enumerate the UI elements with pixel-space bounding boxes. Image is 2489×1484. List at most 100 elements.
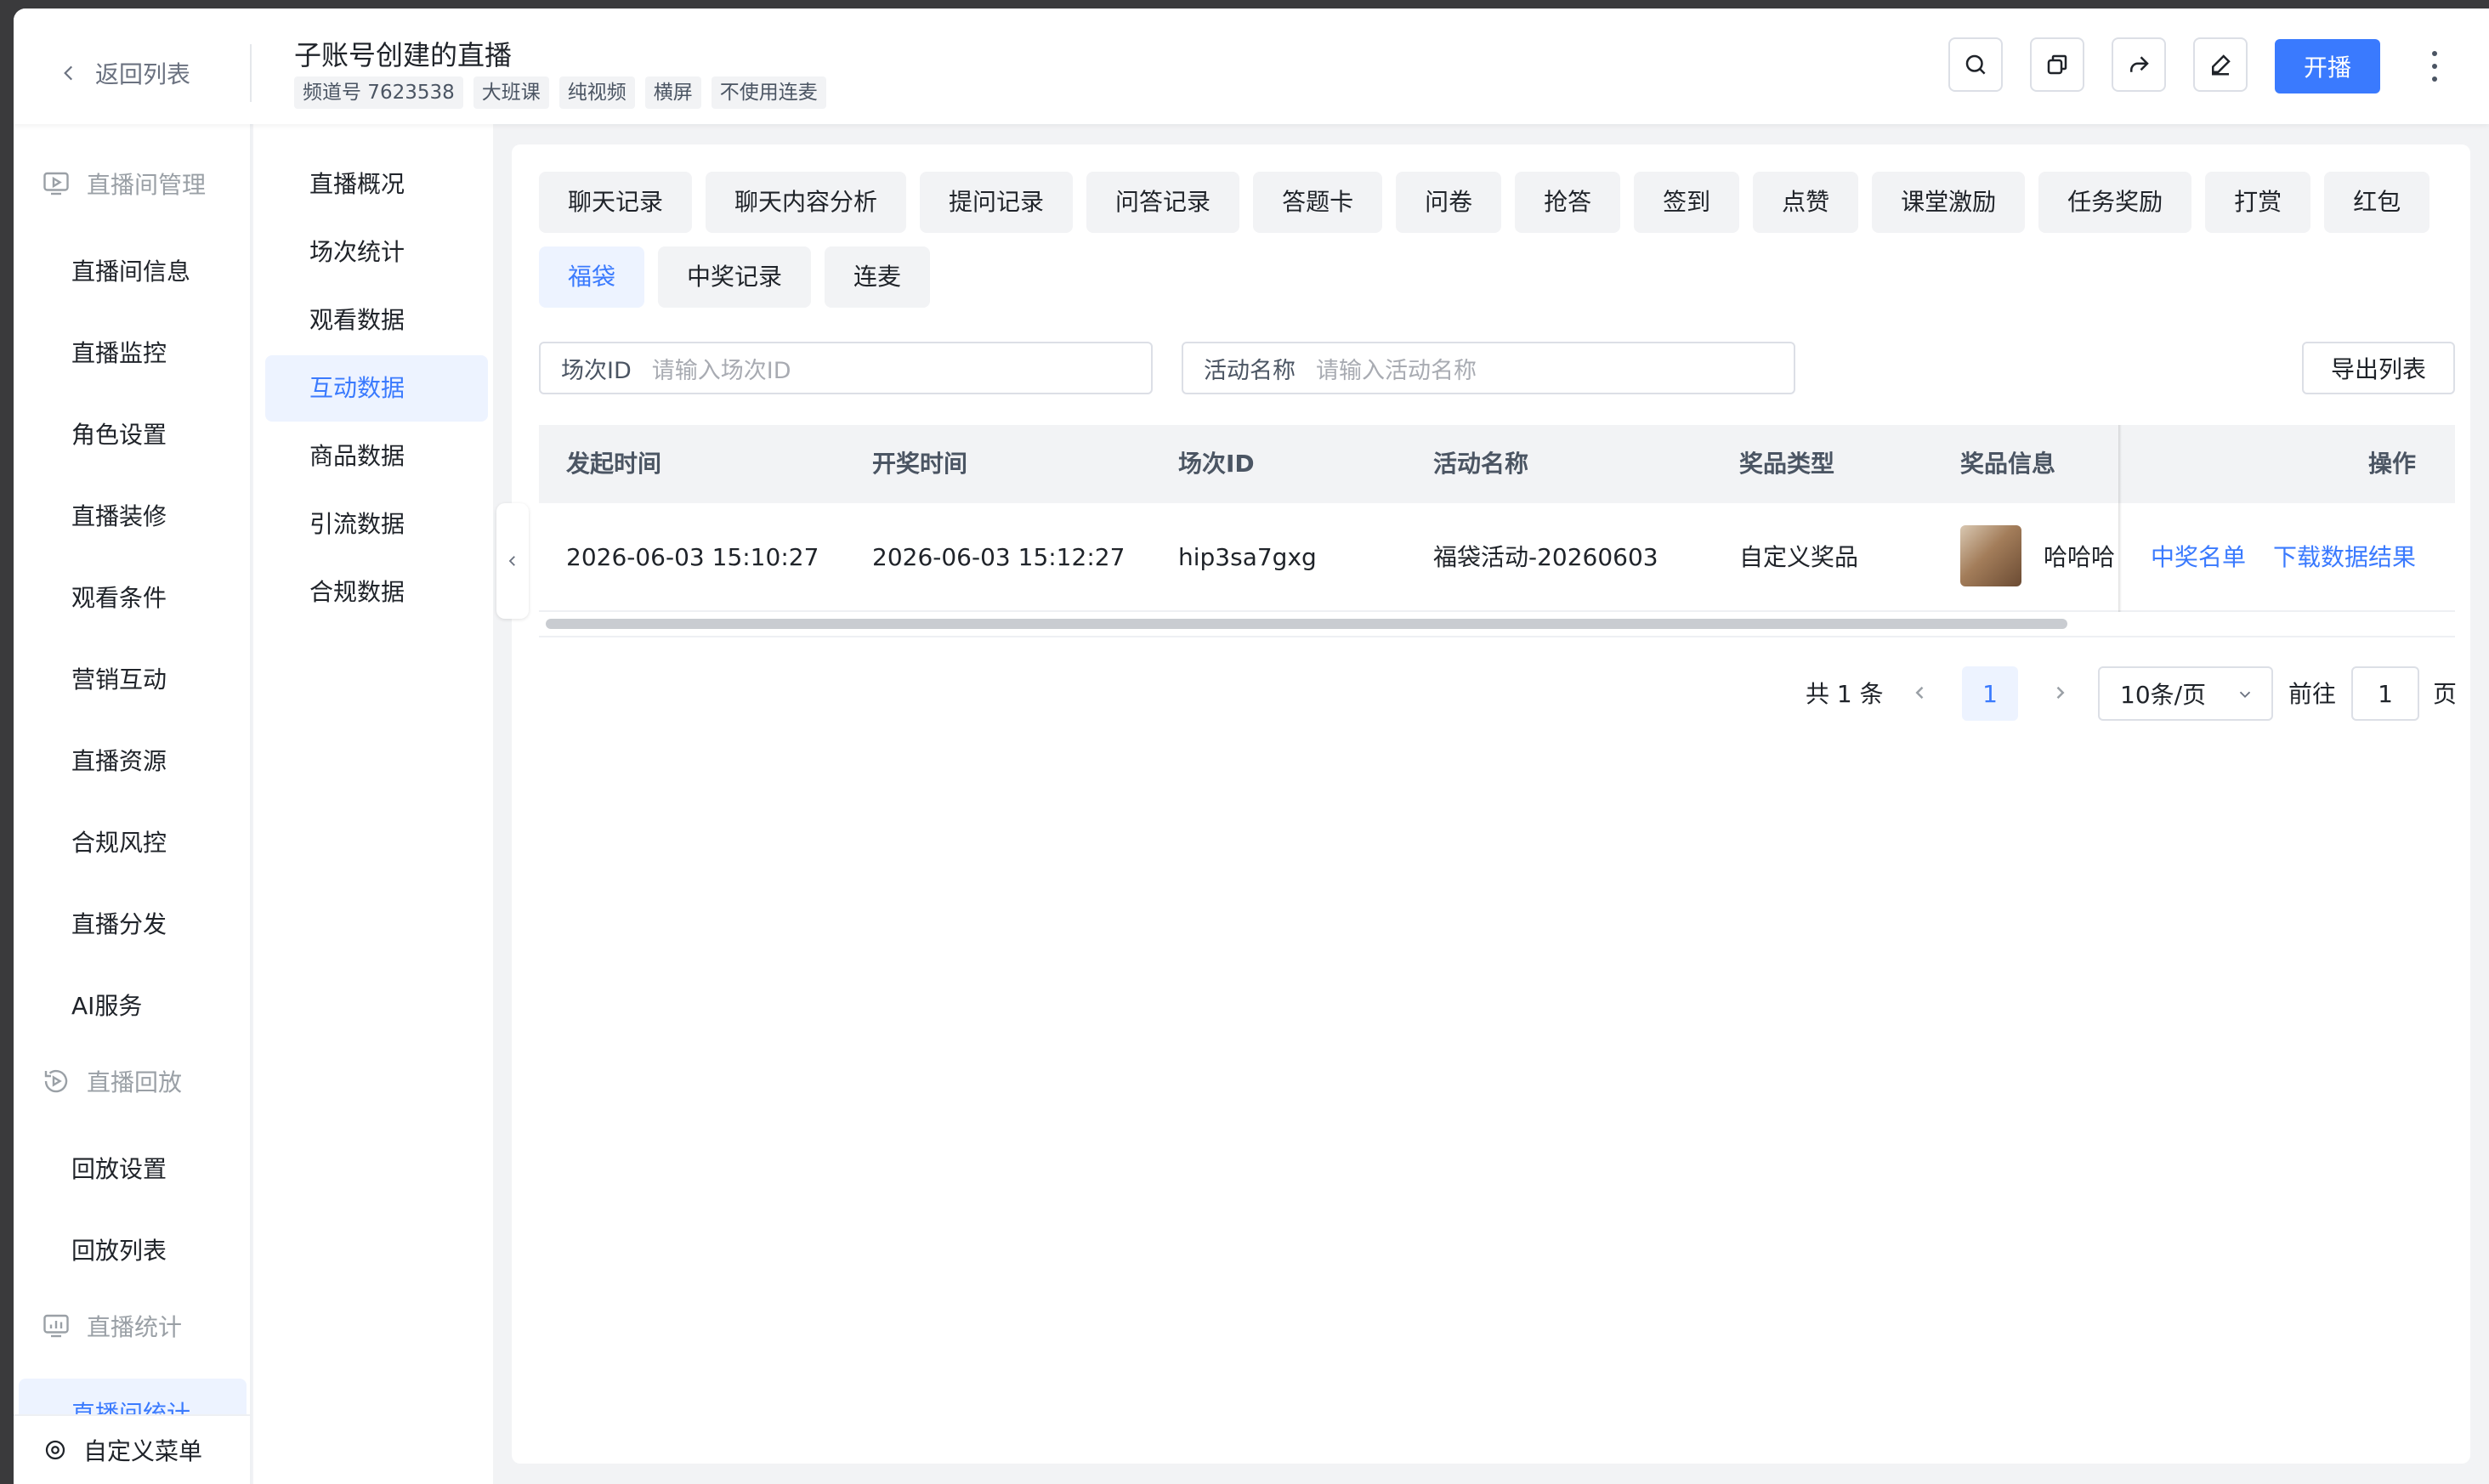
lucky-bag-table: 发起时间 开奖时间 场次ID 活动名称 奖品类型 奖品信息 操作 2026-06… bbox=[539, 425, 2455, 637]
cell-draw-time: 2026-06-03 15:12:27 bbox=[872, 543, 1125, 571]
table-horizontal-scrollbar[interactable] bbox=[546, 619, 2067, 629]
tab-co-host[interactable]: 连麦 bbox=[825, 246, 931, 308]
group-label: 直播统计 bbox=[87, 1313, 183, 1341]
share-button[interactable] bbox=[2112, 37, 2166, 92]
page-size-select[interactable]: 10条/页 bbox=[2098, 666, 2273, 721]
main-panel: 聊天记录 聊天内容分析 提问记录 问答记录 答题卡 问卷 抢答 签到 点赞 课堂… bbox=[512, 144, 2470, 1464]
edit-button[interactable] bbox=[2193, 37, 2248, 92]
subnav-item-traffic-data[interactable]: 引流数据 bbox=[265, 491, 488, 558]
sidebar-item-ai-service[interactable]: AI服务 bbox=[71, 988, 142, 1022]
subnav-item-viewing-data[interactable]: 观看数据 bbox=[265, 287, 488, 354]
session-id-label: 场次ID bbox=[561, 357, 632, 384]
search-icon bbox=[1965, 54, 1986, 75]
sidebar-item-replay-settings[interactable]: 回放设置 bbox=[71, 1151, 167, 1185]
session-id-input[interactable]: 请输入场次ID bbox=[652, 352, 791, 385]
edit-icon bbox=[2212, 54, 2231, 76]
table-header: 发起时间 开奖时间 场次ID 活动名称 奖品类型 奖品信息 操作 bbox=[539, 425, 2455, 503]
prev-page-icon[interactable] bbox=[1908, 680, 1933, 705]
header-actions bbox=[1948, 37, 2248, 92]
export-list-button[interactable]: 导出列表 bbox=[2302, 342, 2455, 394]
channel-tags: 频道号 7623538 大班课 纯视频 横屏 不使用连麦 bbox=[294, 76, 826, 109]
session-id-filter[interactable]: 场次ID 请输入场次ID bbox=[539, 342, 1153, 394]
sidebar-item-monitor[interactable]: 直播监控 bbox=[71, 335, 167, 369]
sidebar-item-watch-conditions[interactable]: 观看条件 bbox=[71, 580, 167, 614]
subnav-item-session-stats[interactable]: 场次统计 bbox=[265, 219, 488, 286]
main-sidebar: 直播间管理 直播间信息 直播监控 角色设置 直播装修 观看条件 营销互动 直播资… bbox=[14, 124, 252, 1484]
tab-task-reward[interactable]: 任务奖励 bbox=[2038, 172, 2192, 233]
table-row: 2026-06-03 15:10:27 2026-06-03 15:12:27 … bbox=[539, 503, 2455, 612]
sidebar-item-resources[interactable]: 直播资源 bbox=[71, 743, 167, 777]
sidebar-item-roles[interactable]: 角色设置 bbox=[71, 416, 167, 450]
subnav-item-product-data[interactable]: 商品数据 bbox=[265, 423, 488, 490]
group-label: 直播间管理 bbox=[87, 171, 207, 199]
group-statistics[interactable]: 直播统计 bbox=[41, 1309, 182, 1343]
sidebar-item-compliance[interactable]: 合规风控 bbox=[71, 824, 167, 858]
group-live-room-manage[interactable]: 直播间管理 bbox=[41, 167, 206, 201]
copy-button[interactable] bbox=[2030, 37, 2084, 92]
cell-start-time: 2026-06-03 15:10:27 bbox=[566, 543, 819, 571]
subnav-item-overview[interactable]: 直播概况 bbox=[265, 151, 488, 218]
page-title: 子账号创建的直播 bbox=[294, 39, 513, 71]
tag-class-type: 大班课 bbox=[473, 76, 549, 109]
tab-questionnaire[interactable]: 问卷 bbox=[1396, 172, 1502, 233]
col-prize-type: 奖品类型 bbox=[1739, 450, 1835, 478]
col-prize-info: 奖品信息 bbox=[1960, 450, 2056, 478]
tab-chat-analysis[interactable]: 聊天内容分析 bbox=[706, 172, 907, 233]
group-replay[interactable]: 直播回放 bbox=[41, 1064, 182, 1098]
tab-chat-records[interactable]: 聊天记录 bbox=[539, 172, 693, 233]
tab-answer-card[interactable]: 答题卡 bbox=[1253, 172, 1383, 233]
tab-winning-records[interactable]: 中奖记录 bbox=[658, 246, 812, 308]
chevron-down-icon bbox=[2239, 691, 2251, 699]
goto-page-input[interactable]: 1 bbox=[2351, 666, 2419, 721]
settings-icon bbox=[45, 1440, 65, 1460]
winner-list-link[interactable]: 中奖名单 bbox=[2151, 503, 2246, 612]
chart-screen-icon bbox=[43, 1314, 69, 1338]
tab-lucky-bag[interactable]: 福袋 bbox=[539, 246, 645, 308]
tab-question-records[interactable]: 提问记录 bbox=[920, 172, 1074, 233]
page-size-value: 10条/页 bbox=[2120, 681, 2207, 709]
sidebar-item-marketing[interactable]: 营销互动 bbox=[71, 661, 167, 695]
next-page-icon[interactable] bbox=[2047, 680, 2072, 705]
tab-qa-records[interactable]: 问答记录 bbox=[1086, 172, 1240, 233]
sidebar-item-replay-list[interactable]: 回放列表 bbox=[71, 1232, 167, 1266]
col-actions: 操作 bbox=[2368, 450, 2417, 478]
subnav-item-compliance-data[interactable]: 合规数据 bbox=[265, 559, 488, 626]
sidebar-item-decoration[interactable]: 直播装修 bbox=[71, 498, 167, 532]
sidebar-item-room-info[interactable]: 直播间信息 bbox=[71, 253, 190, 287]
tab-tipping[interactable]: 打赏 bbox=[2205, 172, 2311, 233]
page-number-current[interactable]: 1 bbox=[1962, 666, 2018, 721]
copy-icon bbox=[2047, 54, 2067, 75]
col-session-id: 场次ID bbox=[1178, 450, 1255, 478]
search-button[interactable] bbox=[1948, 37, 2003, 92]
back-to-list-button[interactable]: 返回列表 bbox=[58, 56, 190, 90]
tab-class-incentive[interactable]: 课堂激励 bbox=[1872, 172, 2026, 233]
custom-menu-label: 自定义菜单 bbox=[83, 1437, 203, 1465]
more-icon[interactable] bbox=[2424, 48, 2445, 85]
download-results-link[interactable]: 下载数据结果 bbox=[2273, 503, 2416, 612]
tab-check-in[interactable]: 签到 bbox=[1634, 172, 1740, 233]
tab-quick-answer[interactable]: 抢答 bbox=[1515, 172, 1621, 233]
header-divider bbox=[250, 44, 252, 102]
interaction-tabs: 聊天记录 聊天内容分析 提问记录 问答记录 答题卡 问卷 抢答 签到 点赞 课堂… bbox=[539, 172, 2460, 308]
tag-video-mode: 纯视频 bbox=[558, 76, 635, 109]
col-start-time: 发起时间 bbox=[566, 450, 662, 478]
sidebar-item-distribution[interactable]: 直播分发 bbox=[71, 906, 167, 940]
collapse-subnav-button[interactable] bbox=[496, 503, 529, 619]
tab-red-packet[interactable]: 红包 bbox=[2324, 172, 2430, 233]
start-live-button[interactable]: 开播 bbox=[2275, 39, 2380, 93]
tab-likes[interactable]: 点赞 bbox=[1753, 172, 1859, 233]
group-label: 直播回放 bbox=[87, 1068, 183, 1096]
chevron-left-icon bbox=[64, 65, 73, 81]
custom-menu-button[interactable]: 自定义菜单 bbox=[14, 1414, 250, 1484]
col-draw-time: 开奖时间 bbox=[872, 450, 968, 478]
activity-name-filter[interactable]: 活动名称 请输入活动名称 bbox=[1182, 342, 1795, 394]
share-icon bbox=[2130, 56, 2149, 72]
activity-name-label: 活动名称 bbox=[1204, 357, 1296, 384]
subnav-item-interaction-data[interactable]: 互动数据 bbox=[265, 355, 488, 422]
replay-icon bbox=[44, 1069, 68, 1093]
back-label: 返回列表 bbox=[95, 60, 191, 88]
cell-session-id: hip3sa7gxg bbox=[1178, 543, 1317, 571]
app-window: 返回列表 子账号创建的直播 频道号 7623538 大班课 纯视频 横屏 不使用… bbox=[14, 8, 2489, 1484]
chevron-left-icon bbox=[508, 556, 515, 566]
activity-name-input[interactable]: 请输入活动名称 bbox=[1316, 352, 1477, 385]
